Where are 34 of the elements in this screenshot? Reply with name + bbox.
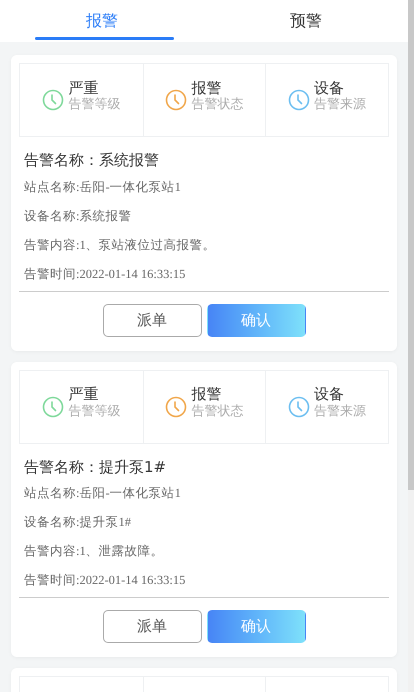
stat-value: 设备 — [314, 78, 346, 97]
tab[interactable]: 预警 — [204, 0, 408, 42]
scrollbar-thumb[interactable] — [408, 0, 414, 490]
stat-label: 告警状态 — [191, 97, 244, 114]
stat-value: 报警 — [191, 78, 222, 97]
clock-icon — [165, 89, 188, 111]
scrollbar[interactable] — [408, 0, 414, 692]
alarm-title: 告警名称：系统报警 — [24, 150, 160, 171]
alarm-detail: 告警内容:1、泄露故障。 — [24, 543, 165, 560]
stat-value: 设备 — [314, 385, 346, 404]
clock-icon — [42, 89, 64, 111]
clock-icon — [288, 89, 310, 111]
alarm-detail: 告警时间:2022-01-14 16:33:15 — [24, 266, 186, 282]
dispatch-button[interactable]: 派单 — [102, 610, 202, 643]
alarm-detail: 告警时间:2022-01-14 16:33:15 — [24, 572, 186, 589]
stat-value: 报警 — [191, 385, 222, 404]
alarm-detail: 站点名称:岳阳-一体化泵站1 — [24, 485, 182, 502]
alarm-detail: 设备名称:提升泵1# — [24, 514, 132, 531]
clock-icon — [165, 396, 188, 418]
stat-value: 严重 — [68, 78, 100, 97]
clock-icon — [288, 396, 310, 418]
stat-label: 告警状态 — [191, 404, 244, 420]
alarm-detail: 告警内容:1、泵站液位过高报警。 — [24, 236, 217, 254]
stat-label: 告警等级 — [68, 97, 120, 114]
stat-value: 严重 — [68, 385, 100, 404]
stat-label: 告警等级 — [68, 404, 120, 420]
alarm-detail: 站点名称:岳阳-一体化泵站1 — [24, 178, 182, 196]
alarm-detail: 设备名称:系统报警 — [24, 208, 132, 224]
stat-label: 告警来源 — [314, 97, 366, 114]
stat-label: 告警来源 — [314, 404, 366, 420]
dispatch-button[interactable]: 派单 — [102, 304, 202, 336]
clock-icon — [42, 396, 64, 418]
alarm-title: 告警名称：提升泵1# — [24, 456, 168, 478]
tab[interactable]: 报警 — [0, 0, 204, 42]
